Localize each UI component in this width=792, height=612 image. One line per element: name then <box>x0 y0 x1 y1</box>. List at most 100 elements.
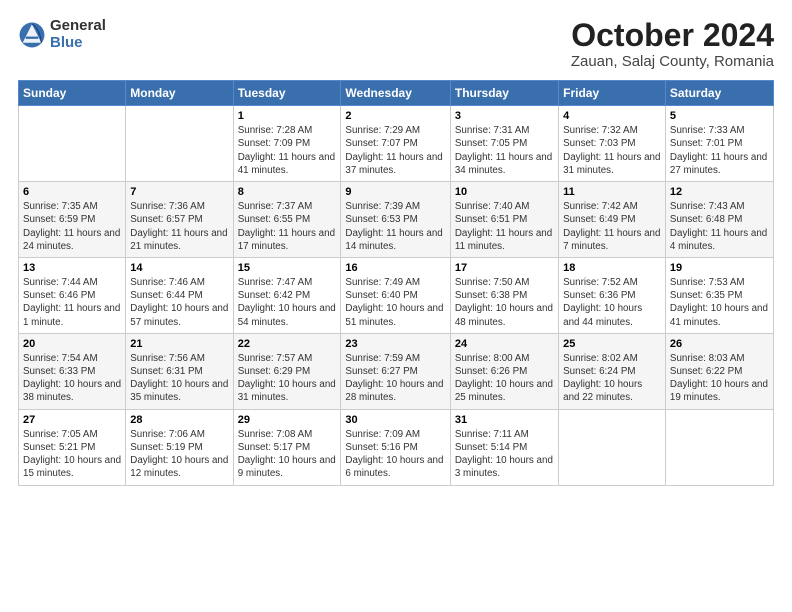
header-thursday: Thursday <box>450 81 558 106</box>
day-number: 2 <box>345 110 445 122</box>
day-detail: Sunrise: 8:03 AM Sunset: 6:22 PM Dayligh… <box>670 352 769 405</box>
day-detail: Sunrise: 7:47 AM Sunset: 6:42 PM Dayligh… <box>238 276 337 329</box>
day-number: 15 <box>238 262 337 274</box>
day-detail: Sunrise: 7:05 AM Sunset: 5:21 PM Dayligh… <box>23 428 121 481</box>
day-detail: Sunrise: 7:50 AM Sunset: 6:38 PM Dayligh… <box>455 276 554 329</box>
calendar-cell: 15 Sunrise: 7:47 AM Sunset: 6:42 PM Dayli… <box>233 257 341 333</box>
day-number: 23 <box>345 338 445 350</box>
day-number: 14 <box>130 262 228 274</box>
day-detail: Sunrise: 7:44 AM Sunset: 6:46 PM Dayligh… <box>23 276 121 329</box>
header-sunday: Sunday <box>19 81 126 106</box>
calendar-cell: 11Sunrise: 7:42 AM Sunset: 6:49 PM Dayli… <box>559 182 666 258</box>
day-number: 24 <box>455 338 554 350</box>
day-detail: Sunrise: 7:35 AM Sunset: 6:59 PM Dayligh… <box>23 200 121 253</box>
header-tuesday: Tuesday <box>233 81 341 106</box>
day-detail: Sunrise: 7:59 AM Sunset: 6:27 PM Dayligh… <box>345 352 445 405</box>
day-number: 28 <box>130 414 228 426</box>
calendar-table: Sunday Monday Tuesday Wednesday Thursday… <box>18 80 774 485</box>
day-detail: Sunrise: 7:11 AM Sunset: 5:14 PM Dayligh… <box>455 428 554 481</box>
day-detail: Sunrise: 7:39 AM Sunset: 6:53 PM Dayligh… <box>345 200 445 253</box>
calendar-cell: 6 Sunrise: 7:35 AM Sunset: 6:59 PM Daylig… <box>19 182 126 258</box>
logo-general: General <box>50 18 106 35</box>
calendar-cell: 13 Sunrise: 7:44 AM Sunset: 6:46 PM Dayli… <box>19 257 126 333</box>
day-detail: Sunrise: 7:28 AM Sunset: 7:09 PM Dayligh… <box>238 124 337 177</box>
day-detail: Sunrise: 7:40 AM Sunset: 6:51 PM Dayligh… <box>455 200 554 253</box>
calendar-cell <box>665 409 773 485</box>
day-number: 21 <box>130 338 228 350</box>
calendar-cell: 5Sunrise: 7:33 AM Sunset: 7:01 PM Daylig… <box>665 106 773 182</box>
calendar-cell: 10Sunrise: 7:40 AM Sunset: 6:51 PM Dayli… <box>450 182 558 258</box>
day-detail: Sunrise: 7:09 AM Sunset: 5:16 PM Dayligh… <box>345 428 445 481</box>
day-detail: Sunrise: 7:56 AM Sunset: 6:31 PM Dayligh… <box>130 352 228 405</box>
day-number: 25 <box>563 338 661 350</box>
day-detail: Sunrise: 7:52 AM Sunset: 6:36 PM Dayligh… <box>563 276 661 329</box>
calendar-cell: 4 Sunrise: 7:32 AM Sunset: 7:03 PM Daylig… <box>559 106 666 182</box>
day-detail: Sunrise: 7:46 AM Sunset: 6:44 PM Dayligh… <box>130 276 228 329</box>
header-monday: Monday <box>126 81 233 106</box>
calendar-cell: 16 Sunrise: 7:49 AM Sunset: 6:40 PM Dayli… <box>341 257 450 333</box>
week-row-2: 6 Sunrise: 7:35 AM Sunset: 6:59 PM Daylig… <box>19 182 774 258</box>
calendar-cell <box>559 409 666 485</box>
calendar-page: General Blue October 2024 Zauan, Salaj C… <box>0 0 792 612</box>
calendar-cell: 20 Sunrise: 7:54 AM Sunset: 6:33 PM Dayli… <box>19 333 126 409</box>
calendar-cell: 12Sunrise: 7:43 AM Sunset: 6:48 PM Dayli… <box>665 182 773 258</box>
calendar-cell: 31 Sunrise: 7:11 AM Sunset: 5:14 PM Dayli… <box>450 409 558 485</box>
day-number: 8 <box>238 186 337 198</box>
calendar-cell: 8Sunrise: 7:37 AM Sunset: 6:55 PM Daylig… <box>233 182 341 258</box>
header: General Blue October 2024 Zauan, Salaj C… <box>18 18 774 70</box>
day-number: 30 <box>345 414 445 426</box>
day-number: 16 <box>345 262 445 274</box>
day-number: 7 <box>130 186 228 198</box>
calendar-cell: 3Sunrise: 7:31 AM Sunset: 7:05 PM Daylig… <box>450 106 558 182</box>
day-number: 31 <box>455 414 554 426</box>
day-number: 27 <box>23 414 121 426</box>
day-detail: Sunrise: 7:57 AM Sunset: 6:29 PM Dayligh… <box>238 352 337 405</box>
day-number: 18 <box>563 262 661 274</box>
calendar-cell: 2 Sunrise: 7:29 AM Sunset: 7:07 PM Daylig… <box>341 106 450 182</box>
week-row-5: 27 Sunrise: 7:05 AM Sunset: 5:21 PM Dayli… <box>19 409 774 485</box>
day-number: 11 <box>563 186 661 198</box>
day-detail: Sunrise: 7:53 AM Sunset: 6:35 PM Dayligh… <box>670 276 769 329</box>
day-detail: Sunrise: 7:54 AM Sunset: 6:33 PM Dayligh… <box>23 352 121 405</box>
calendar-cell: 14 Sunrise: 7:46 AM Sunset: 6:44 PM Dayli… <box>126 257 233 333</box>
header-wednesday: Wednesday <box>341 81 450 106</box>
day-number: 1 <box>238 110 337 122</box>
calendar-cell: 28 Sunrise: 7:06 AM Sunset: 5:19 PM Dayli… <box>126 409 233 485</box>
day-detail: Sunrise: 7:49 AM Sunset: 6:40 PM Dayligh… <box>345 276 445 329</box>
day-number: 20 <box>23 338 121 350</box>
calendar-cell: 24 Sunrise: 8:00 AM Sunset: 6:26 PM Dayli… <box>450 333 558 409</box>
calendar-cell: 30 Sunrise: 7:09 AM Sunset: 5:16 PM Dayli… <box>341 409 450 485</box>
day-detail: Sunrise: 7:08 AM Sunset: 5:17 PM Dayligh… <box>238 428 337 481</box>
day-number: 13 <box>23 262 121 274</box>
day-detail: Sunrise: 8:02 AM Sunset: 6:24 PM Dayligh… <box>563 352 661 405</box>
week-row-4: 20 Sunrise: 7:54 AM Sunset: 6:33 PM Dayli… <box>19 333 774 409</box>
calendar-cell: 22Sunrise: 7:57 AM Sunset: 6:29 PM Dayli… <box>233 333 341 409</box>
calendar-cell: 27 Sunrise: 7:05 AM Sunset: 5:21 PM Dayli… <box>19 409 126 485</box>
month-title: October 2024 <box>571 18 774 53</box>
day-number: 9 <box>345 186 445 198</box>
day-detail: Sunrise: 7:29 AM Sunset: 7:07 PM Dayligh… <box>345 124 445 177</box>
week-row-3: 13 Sunrise: 7:44 AM Sunset: 6:46 PM Dayli… <box>19 257 774 333</box>
day-detail: Sunrise: 7:06 AM Sunset: 5:19 PM Dayligh… <box>130 428 228 481</box>
day-number: 4 <box>563 110 661 122</box>
logo-text: General Blue <box>50 18 106 51</box>
calendar-cell: 26Sunrise: 8:03 AM Sunset: 6:22 PM Dayli… <box>665 333 773 409</box>
weekday-header-row: Sunday Monday Tuesday Wednesday Thursday… <box>19 81 774 106</box>
calendar-cell: 19 Sunrise: 7:53 AM Sunset: 6:35 PM Dayli… <box>665 257 773 333</box>
day-number: 6 <box>23 186 121 198</box>
calendar-cell: 21 Sunrise: 7:56 AM Sunset: 6:31 PM Dayli… <box>126 333 233 409</box>
week-row-1: 1 Sunrise: 7:28 AM Sunset: 7:09 PM Daylig… <box>19 106 774 182</box>
calendar-cell: 23 Sunrise: 7:59 AM Sunset: 6:27 PM Dayli… <box>341 333 450 409</box>
day-detail: Sunrise: 7:32 AM Sunset: 7:03 PM Dayligh… <box>563 124 661 177</box>
location: Zauan, Salaj County, Romania <box>571 53 774 70</box>
day-number: 17 <box>455 262 554 274</box>
day-detail: Sunrise: 8:00 AM Sunset: 6:26 PM Dayligh… <box>455 352 554 405</box>
day-number: 5 <box>670 110 769 122</box>
day-number: 12 <box>670 186 769 198</box>
day-number: 29 <box>238 414 337 426</box>
header-saturday: Saturday <box>665 81 773 106</box>
calendar-cell <box>19 106 126 182</box>
day-detail: Sunrise: 7:31 AM Sunset: 7:05 PM Dayligh… <box>455 124 554 177</box>
day-number: 19 <box>670 262 769 274</box>
calendar-cell: 25 Sunrise: 8:02 AM Sunset: 6:24 PM Dayli… <box>559 333 666 409</box>
